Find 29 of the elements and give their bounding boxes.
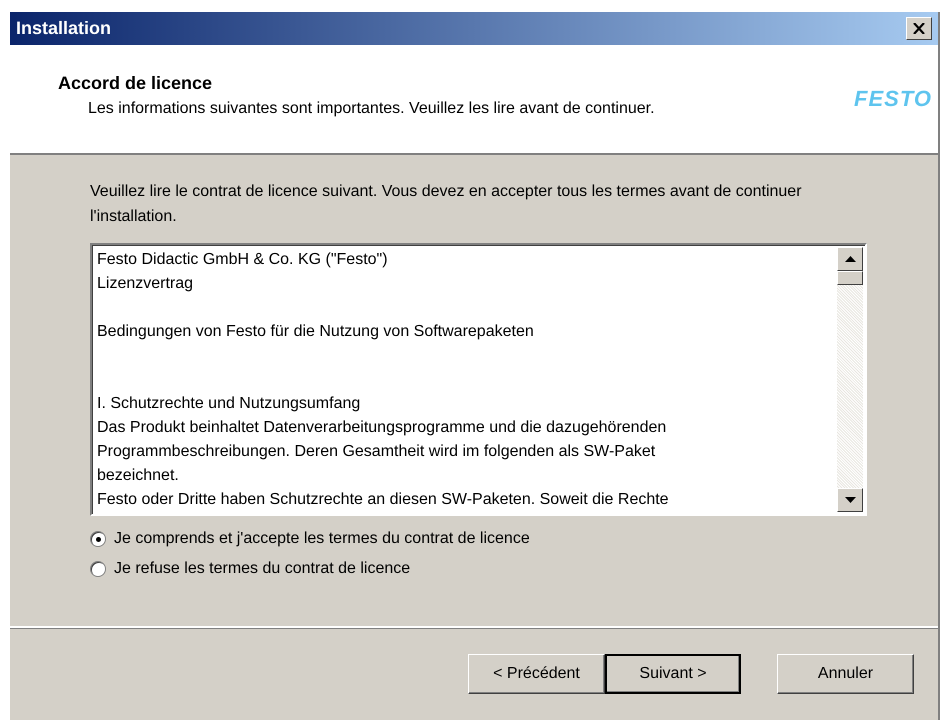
radio-label[interactable]: Je comprends et j'accepte les termes du contrat de licence [114, 530, 530, 548]
scroll-up-button[interactable] [837, 247, 863, 271]
dialog-button[interactable]: < Précédent [468, 654, 605, 694]
license-line: Festo oder Dritte haben Schutzrechte an diesen SW-Paketen. Soweit die Rechte [97, 490, 670, 510]
dialog-button[interactable]: Suivant > [605, 654, 741, 694]
page-subtitle: Les informations suivantes sont importantes. Veuillez les lire avant de continuer. [88, 100, 655, 118]
license-line: Programmbeschreibungen. Deren Gesamtheit wird im folgenden als SW-Paket [97, 442, 656, 462]
license-line: Festo Didactic GmbH & Co. KG ("Festo") [97, 250, 389, 270]
logo: FESTO [854, 86, 932, 112]
radio-button[interactable] [90, 531, 106, 547]
license-textbox[interactable] [90, 243, 867, 516]
license-line: Das Produkt beinhaltet Datenverarbeitungsprogramme und die dazugehörenden [97, 418, 668, 438]
radio-label[interactable]: Je refuse les termes du contrat de licence [114, 560, 410, 578]
scrollbar[interactable] [837, 247, 863, 512]
license-line: Bedingungen von Festo für die Nutzung von Softwarepaketen [97, 322, 535, 342]
radio-button[interactable] [90, 561, 106, 577]
close-button[interactable] [906, 17, 932, 40]
down-arrow-icon [844, 497, 856, 503]
license-line: Lizenzvertrag [97, 274, 194, 294]
instruction-text: Veuillez lire le contrat de licence suivant. Vous devez en accepter tous les termes avant de continuer l'installation. [90, 182, 803, 227]
close-icon [913, 23, 925, 34]
license-line: bezeichnet. [97, 466, 180, 486]
dialog-button[interactable]: Annuler [777, 654, 914, 694]
window-title: Installation [16, 18, 112, 39]
scroll-thumb[interactable] [837, 271, 863, 285]
page-title: Accord de licence [58, 72, 214, 94]
scroll-down-button[interactable] [837, 488, 863, 512]
license-line: I. Schutzrechte und Nutzungsumfang [97, 394, 362, 414]
up-arrow-icon [844, 256, 856, 262]
